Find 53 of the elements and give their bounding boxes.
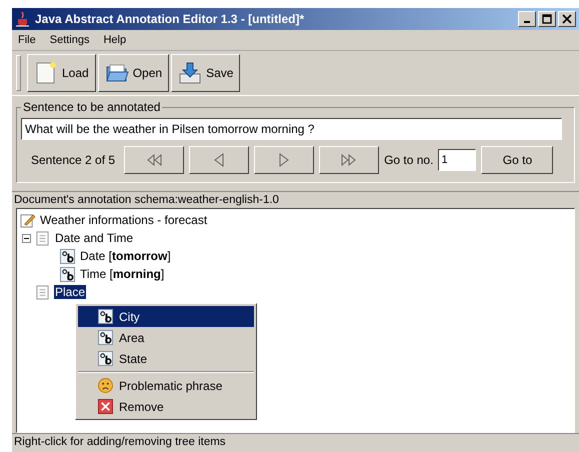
context-menu-item[interactable]: Problematic phrase <box>78 375 254 396</box>
nav-button[interactable] <box>319 146 380 174</box>
toolbar-button[interactable]: Open <box>98 54 170 92</box>
window-title: Java Abstract Annotation Editor 1.3 - [untitled]* <box>35 12 306 26</box>
text-field-icon <box>98 330 113 345</box>
toolbar-grip[interactable] <box>16 55 21 91</box>
menu-item[interactable]: Help <box>103 34 126 46</box>
tree-item[interactable]: Date and Time <box>54 231 134 245</box>
goto-field[interactable]: 1 <box>438 149 476 171</box>
nav-button[interactable] <box>124 146 184 174</box>
next-icon <box>279 153 290 167</box>
tree-item[interactable]: Place <box>54 285 86 299</box>
text-field-icon <box>98 309 113 324</box>
text-field-icon <box>98 351 113 366</box>
minimize-button[interactable] <box>518 11 536 27</box>
menu-item[interactable]: File <box>18 34 36 46</box>
new-file-icon <box>34 61 58 85</box>
document-icon <box>35 284 50 300</box>
maximize-icon <box>542 14 552 24</box>
sad-face-icon <box>98 378 113 393</box>
delete-icon <box>98 399 113 414</box>
status-bar: Right-click for adding/removing tree items <box>12 433 579 452</box>
tree-item[interactable]: Weather informations - forecast <box>39 213 208 227</box>
context-menu-item[interactable]: State <box>78 348 254 369</box>
toolbar-button[interactable]: Load <box>27 54 96 92</box>
toolbar-button[interactable]: Save <box>171 54 240 92</box>
collapse-icon[interactable] <box>22 234 31 242</box>
menu-item[interactable]: Settings <box>50 34 90 46</box>
context-menu-item[interactable]: Area <box>78 327 254 348</box>
notepad-icon <box>20 212 35 228</box>
group-title: Sentence to be annotated <box>22 100 162 114</box>
fast-forward-icon <box>340 154 358 166</box>
text-field-icon <box>60 248 75 264</box>
context-menu-item[interactable]: City <box>78 306 254 327</box>
save-icon <box>178 61 202 85</box>
close-icon <box>562 14 572 24</box>
rewind-icon <box>145 154 164 166</box>
close-button[interactable] <box>558 11 576 27</box>
goto-button[interactable]: Go to <box>481 146 554 174</box>
nav-button[interactable] <box>189 146 250 174</box>
previous-icon <box>214 153 224 167</box>
sentence-field[interactable]: What will be the weather in Pilsen tomorrow morning ? <box>21 118 562 140</box>
cup-icon <box>15 11 31 27</box>
tree-item[interactable]: Time [morning] <box>79 267 166 281</box>
nav-button[interactable] <box>254 146 314 174</box>
tree-item[interactable]: Date [tomorrow] <box>79 249 172 263</box>
maximize-button[interactable] <box>538 11 556 27</box>
minimize-icon <box>524 21 530 23</box>
goto-label: Go to no. <box>384 153 434 167</box>
context-menu-item[interactable]: Remove <box>78 396 254 417</box>
document-icon <box>35 230 50 246</box>
sentence-counter: Sentence 2 of 5 <box>31 153 116 167</box>
text-field-icon <box>60 266 75 282</box>
